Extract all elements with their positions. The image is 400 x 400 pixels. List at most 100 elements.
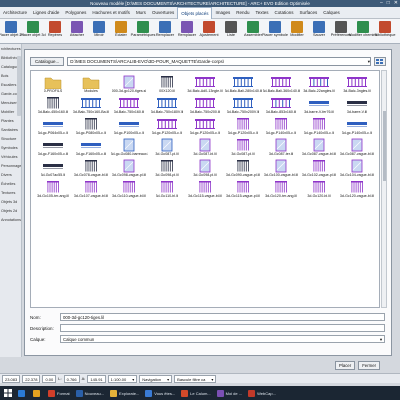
object-item[interactable]: 3d-Gc087-bl.lil xyxy=(186,136,224,157)
place-button[interactable]: Placer xyxy=(335,361,356,370)
view-mode-button[interactable] xyxy=(374,57,386,66)
tab-4[interactable]: Murs xyxy=(133,7,149,19)
minimize-button[interactable]: – xyxy=(380,0,383,7)
object-item[interactable]: 3d-Balc-Bali-360x140.lil xyxy=(262,73,300,94)
ribbon-button-0[interactable]: Placer objet 2d xyxy=(0,20,24,43)
ribbon-button-3[interactable]: Attacher xyxy=(66,20,88,43)
object-item[interactable]: 3d-gc-F160x05-c.lil xyxy=(72,136,110,157)
object-item[interactable]: 3d-Balc-750x200.lil xyxy=(186,94,224,115)
object-item[interactable]: 3d-Gc087-pl.lil xyxy=(224,136,262,157)
object-item[interactable]: 3d-gc-Gc080-barreaux.lil xyxy=(110,136,148,157)
ribbon-button-2[interactable]: Repères xyxy=(44,20,66,43)
object-item[interactable]: 3d-Gc107-vague-bl.lil xyxy=(72,178,110,199)
object-item[interactable]: 3d-Gc098-vague-pl.lil xyxy=(110,157,148,178)
object-item[interactable]: 3d-gc-P120x05-c.lil xyxy=(148,115,186,136)
ribbon-button-14[interactable]: Sauver xyxy=(308,20,330,43)
object-item[interactable]: 3d-Gc110-bl.lil xyxy=(148,178,186,199)
object-item[interactable]: 3d-gc-P100x05-c.lil xyxy=(110,115,148,136)
left-panel-item[interactable]: Structure xyxy=(0,134,21,143)
close-button[interactable]: ✕ xyxy=(394,0,398,7)
object-item[interactable]: 3d-gc-P120x05-c.lil xyxy=(224,115,262,136)
object-item[interactable]: 3d-Gc087-vague-bl.lil xyxy=(300,136,338,157)
tab-2[interactable]: Polygones xyxy=(62,7,89,19)
length-field[interactable]: 0.766 xyxy=(63,374,80,383)
name-field[interactable]: 000-3d-gc120-tiges.lil xyxy=(60,313,385,321)
object-item[interactable]: 3d-barre-V-fer76.lil xyxy=(300,94,338,115)
ribbon-button-17[interactable]: Bibliothèque xyxy=(374,20,396,43)
ribbon-button-9[interactable]: Ajustement xyxy=(198,20,220,43)
object-item[interactable]: 3d-Gc115-vague-bl.lil xyxy=(186,178,224,199)
path-dropdown[interactable]: D:\MES DOCUMENTS\ARCALIB-EVO\3D-POUR_MAQ… xyxy=(67,57,371,66)
maximize-button[interactable]: □ xyxy=(387,0,390,7)
object-item[interactable]: 3d-Gc07ac55.lil xyxy=(34,157,72,178)
taskbar-item[interactable] xyxy=(16,387,29,399)
left-panel-item[interactable]: Objets 3d xyxy=(0,197,21,206)
ribbon-button-6[interactable]: Paramétriques xyxy=(131,20,155,43)
taskbar-item[interactable]: Explorate... xyxy=(108,387,141,399)
ribbon-button-4[interactable]: Miroir xyxy=(88,20,110,43)
coord-y-field[interactable]: 22.378 xyxy=(22,374,41,383)
left-panel-item[interactable]: Divers xyxy=(0,170,21,179)
object-item[interactable]: 3d-gc-P140x05-c.lil xyxy=(300,115,338,136)
catalog-button[interactable]: Catalogue... xyxy=(30,57,65,66)
object-item[interactable]: 3d-gc-P064x05-c.lil xyxy=(34,115,72,136)
ribbon-button-12[interactable]: Placer symbole xyxy=(262,20,288,43)
tab-6[interactable]: Objets placés xyxy=(177,6,213,19)
object-item[interactable]: 3d-gc-P140x05-c.lil xyxy=(338,115,376,136)
left-panel-item[interactable]: Échelles xyxy=(0,179,21,188)
object-item[interactable]: 3d-Gc098-pl.lil xyxy=(186,157,224,178)
ribbon-button-16[interactable]: Modifier chemins xyxy=(349,20,377,43)
ribbon-button-5[interactable]: Éclater xyxy=(110,20,132,43)
object-item[interactable]: 3d-Gc120-ter-ang.lil xyxy=(262,178,300,199)
layer-dropdown[interactable]: Calque commun ▾ xyxy=(60,335,385,343)
taskbar-item[interactable]: Nouveau... xyxy=(74,387,106,399)
object-item[interactable]: 3d-gc-P080x05-c.lil xyxy=(72,115,110,136)
left-panel-item[interactable]: Personnages xyxy=(0,161,21,170)
object-item[interactable]: 000-3d-gc120-tiges.sl xyxy=(110,73,148,94)
object-item[interactable]: 3d-Gc087-ter.lil xyxy=(262,136,300,157)
tab-12[interactable]: Calques xyxy=(320,7,343,19)
taskbar-item[interactable]: Vous êtes... xyxy=(143,387,177,399)
object-item[interactable]: 3d-Balc-750x160.lil xyxy=(110,94,148,115)
object-item[interactable]: 3d-Gc098-pl.lil xyxy=(148,157,186,178)
object-item[interactable]: 3d-Balc-750x180V.lil xyxy=(148,94,186,115)
left-panel-scrollbar[interactable] xyxy=(17,56,21,116)
description-field[interactable] xyxy=(60,324,385,332)
object-item[interactable]: 3d-Balc-750x160-Ba.lil xyxy=(72,94,110,115)
grid-scrollbar[interactable] xyxy=(381,70,387,308)
taskbar-item[interactable]: WebCap... xyxy=(246,387,278,399)
taskbar-item[interactable]: Format xyxy=(46,387,72,399)
angle-field[interactable]: 0.00 xyxy=(42,374,57,383)
taskbar-item[interactable] xyxy=(31,387,44,399)
object-item[interactable]: 3d-Balc-Bali-280x140.lil xyxy=(224,73,262,94)
coord-x-field[interactable]: 23.083 xyxy=(2,374,21,383)
object-item[interactable]: 3d-Gc087-pl.lil xyxy=(148,136,186,157)
left-panel-item[interactable]: Sanitaires xyxy=(0,125,21,134)
object-item[interactable]: 3d-Gc105-ter-ang.lil xyxy=(34,178,72,199)
grid-scrollbar-thumb[interactable] xyxy=(383,111,386,181)
tab-7[interactable]: Images xyxy=(212,7,233,19)
object-item[interactable]: 3d-Balc-853x160.lil xyxy=(262,94,300,115)
tab-11[interactable]: Surfaces xyxy=(297,7,321,19)
object-item[interactable]: 3d-Gc100-vague-bl.lil xyxy=(262,157,300,178)
left-panel-item[interactable]: Objets 2d xyxy=(0,206,21,215)
ribbon-button-15[interactable]: Préférences xyxy=(330,20,352,43)
tab-0[interactable]: Architecture xyxy=(0,7,30,19)
object-item[interactable]: Modules xyxy=(72,73,110,94)
ribbon-button-1[interactable]: Placer objet 3d xyxy=(20,20,46,43)
object-item[interactable]: 3d-Gc078-vague-bl.lil xyxy=(72,157,110,178)
object-item[interactable]: 3d-Gc104-vague-bl.lil xyxy=(338,157,376,178)
tab-10[interactable]: Cotations xyxy=(272,7,297,19)
object-item[interactable]: 3d-Balc-22angles.lil xyxy=(300,73,338,94)
ribbon-button-11[interactable]: Assembler xyxy=(242,20,264,43)
ribbon-button-7[interactable]: Remplacer xyxy=(154,20,176,43)
left-panel-item[interactable]: Plantes xyxy=(0,116,21,125)
object-item[interactable]: 3d-Gc090-vague-pl.lil xyxy=(224,157,262,178)
left-panel-item[interactable]: Textures xyxy=(0,188,21,197)
ribbon-button-8[interactable]: Remplacer xyxy=(176,20,198,43)
mode-dropdown[interactable]: Navigation ▾ xyxy=(139,374,173,383)
ribbon-button-13[interactable]: Modifier xyxy=(286,20,308,43)
object-item[interactable]: 0-PROFILS xyxy=(34,73,72,94)
left-panel-item[interactable]: Symboles xyxy=(0,143,21,152)
object-item[interactable]: 3d-Balc-3ngles.lil xyxy=(338,73,376,94)
